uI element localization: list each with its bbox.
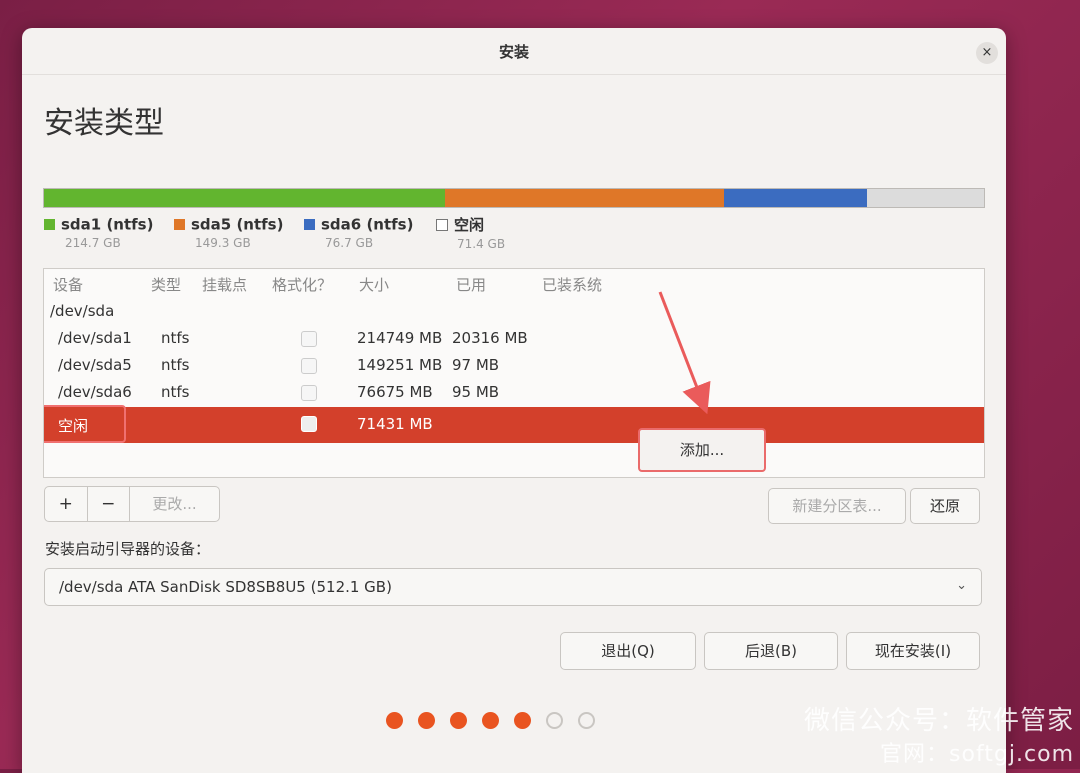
row-type: ntfs: [161, 329, 190, 347]
bootloader-device-select[interactable]: /dev/sda ATA SanDisk SD8SB8U5 (512.1 GB)…: [44, 568, 982, 606]
row-type: ntfs: [161, 383, 190, 401]
row-used: 95 MB: [452, 383, 500, 401]
col-format[interactable]: 格式化？: [272, 274, 332, 295]
row-device: /dev/sda6: [58, 383, 132, 401]
row-size: 76675 MB: [357, 383, 433, 401]
bootloader-label: 安装启动引导器的设备：: [45, 540, 211, 558]
legend-name: sda5 (ntfs): [191, 215, 284, 234]
col-device[interactable]: 设备: [53, 274, 83, 295]
col-type[interactable]: 类型: [151, 274, 181, 295]
watermark-line1: 微信公众号：软件管家: [803, 706, 1074, 736]
legend-name: sda1 (ntfs): [61, 215, 154, 234]
legend-swatch: [304, 219, 315, 230]
format-checkbox[interactable]: [301, 416, 317, 432]
row-size: 214749 MB: [357, 329, 443, 347]
window-title: 安装: [498, 43, 529, 61]
close-icon[interactable]: ×: [976, 42, 998, 64]
add-partition-plus-button[interactable]: +: [45, 487, 88, 521]
table-row[interactable]: /dev/sda5 ntfs 149251 MB 97 MB: [44, 353, 984, 379]
legend-item: sda5 (ntfs) 149.3 GB: [174, 214, 283, 250]
col-installed[interactable]: 已装系统: [542, 274, 602, 295]
disk-usage-bar: [43, 188, 985, 208]
table-header: 设备 类型 挂载点 格式化？ 大小 已用 已装系统: [44, 269, 984, 299]
legend-size: 76.7 GB: [325, 235, 374, 250]
progress-dot: [450, 712, 467, 729]
remove-partition-button[interactable]: −: [88, 487, 131, 521]
progress-dot: [418, 712, 435, 729]
usage-segment: [44, 189, 445, 207]
legend-size: 71.4 GB: [457, 237, 506, 251]
installer-window: 安装 × 安装类型 sda1 (ntfs) 214.7 GB sda5 (ntfs)…: [22, 28, 1006, 773]
legend-item: sda6 (ntfs) 76.7 GB: [304, 214, 413, 250]
change-partition-button[interactable]: 更改...: [130, 487, 219, 521]
progress-dot: [514, 712, 531, 729]
disk-usage-legend: sda1 (ntfs) 214.7 GB sda5 (ntfs) 149.3 GB sd…: [44, 214, 984, 260]
col-mount[interactable]: 挂载点: [202, 274, 247, 295]
progress-dot: [546, 712, 563, 729]
col-used[interactable]: 已用: [456, 274, 486, 295]
table-row[interactable]: /dev/sda1 ntfs 214749 MB 20316 MB: [44, 326, 984, 352]
format-checkbox[interactable]: [301, 331, 317, 347]
legend-swatch: [44, 219, 55, 230]
row-device: /dev/sda5: [58, 356, 132, 374]
legend-swatch: [436, 218, 448, 231]
title-bar: 安装 ×: [22, 28, 1006, 75]
col-size[interactable]: 大小: [359, 274, 389, 295]
legend-item: sda1 (ntfs) 214.7 GB: [44, 214, 153, 250]
disk-device: /dev/sda: [50, 302, 115, 320]
watermark-line2: 官网：softgj.com: [880, 742, 1074, 767]
row-type: ntfs: [161, 356, 190, 374]
usage-segment: [867, 189, 984, 207]
table-row-disk[interactable]: /dev/sda: [44, 299, 984, 325]
usage-segment: [723, 189, 868, 207]
row-size: 149251 MB: [357, 356, 443, 374]
row-device: /dev/sda1: [58, 329, 132, 347]
legend-name: 空闲: [454, 216, 485, 234]
legend-swatch: [174, 219, 185, 230]
install-now-button[interactable]: 现在安装(I): [846, 632, 980, 670]
legend-size: 149.3 GB: [195, 235, 251, 250]
format-checkbox[interactable]: [301, 385, 317, 401]
table-row[interactable]: /dev/sda6 ntfs 76675 MB 95 MB: [44, 380, 984, 406]
revert-button[interactable]: 还原: [910, 488, 980, 524]
row-size: 71431 MB: [357, 415, 433, 433]
back-button[interactable]: 后退(B): [704, 632, 838, 670]
legend-size: 214.7 GB: [65, 235, 121, 250]
add-partition-button[interactable]: 添加...: [638, 428, 766, 472]
legend-name: sda6 (ntfs): [321, 215, 414, 234]
partition-action-group: + − 更改...: [44, 486, 220, 522]
partition-table[interactable]: 设备 类型 挂载点 格式化？ 大小 已用 已装系统 /dev/sda /dev/…: [43, 268, 985, 478]
progress-dot: [578, 712, 595, 729]
page-title: 安装类型: [44, 106, 164, 141]
usage-segment: [445, 189, 724, 207]
quit-button[interactable]: 退出(Q): [560, 632, 696, 670]
progress-dot: [482, 712, 499, 729]
row-device: 空闲: [58, 417, 89, 435]
format-checkbox[interactable]: [301, 358, 317, 374]
bootloader-selected-value: /dev/sda ATA SanDisk SD8SB8U5 (512.1 GB): [59, 578, 392, 596]
table-row-free-space[interactable]: 空闲 71431 MB: [44, 405, 984, 443]
chevron-down-icon: ⌄: [956, 578, 967, 593]
legend-item: 空闲 71.4 GB: [436, 214, 505, 251]
row-used: 20316 MB: [452, 329, 528, 347]
new-partition-table-button[interactable]: 新建分区表...: [768, 488, 906, 524]
progress-dot: [386, 712, 403, 729]
row-used: 97 MB: [452, 356, 500, 374]
